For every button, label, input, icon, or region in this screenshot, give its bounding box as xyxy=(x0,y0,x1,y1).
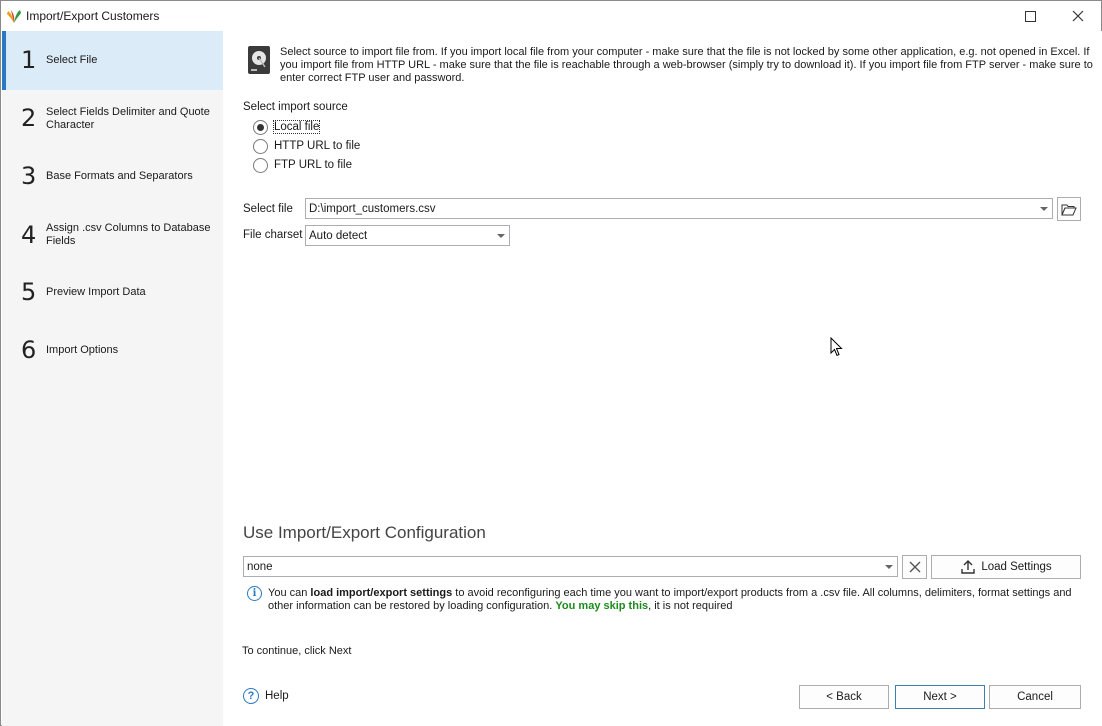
step-number: 5 xyxy=(21,278,37,306)
folder-open-icon xyxy=(1061,204,1077,215)
step-import-options[interactable]: 6 Import Options xyxy=(2,322,223,380)
step-number: 4 xyxy=(21,221,37,249)
radio-button[interactable] xyxy=(253,119,268,135)
close-icon xyxy=(909,561,920,573)
hard-drive-icon xyxy=(248,46,270,74)
step-label: Import Options xyxy=(46,344,119,356)
upload-icon xyxy=(961,560,976,574)
help-label: Help xyxy=(265,690,289,702)
cancel-button[interactable]: Cancel xyxy=(989,685,1081,709)
radio-button[interactable] xyxy=(253,138,268,154)
import-source-label: Select import source xyxy=(243,101,348,113)
step-preview-data[interactable]: 5 Preview Import Data xyxy=(2,264,223,322)
file-charset-value: Auto detect xyxy=(309,229,368,242)
select-file-combo[interactable]: D:\import_customers.csv xyxy=(305,198,1053,219)
main-content: Select source to import file from. If yo… xyxy=(223,31,1102,726)
chevron-down-icon[interactable] xyxy=(1040,207,1048,211)
maximize-icon xyxy=(1024,10,1036,22)
chevron-down-icon[interactable] xyxy=(885,565,893,569)
config-info-part1: You can xyxy=(268,587,311,599)
continue-hint: To continue, click Next xyxy=(242,645,352,657)
config-combo[interactable]: none xyxy=(243,556,898,577)
next-button[interactable]: Next > xyxy=(895,685,985,709)
step-select-delimiter[interactable]: 2 Select Fields Delimiter and Quote Char… xyxy=(2,90,223,148)
window-title: Import/Export Customers xyxy=(26,9,160,23)
config-section-title: Use Import/Export Configuration xyxy=(243,523,486,542)
load-settings-button[interactable]: Load Settings xyxy=(931,555,1081,579)
back-label: < Back xyxy=(826,691,862,703)
file-charset-combo[interactable]: Auto detect xyxy=(305,225,510,246)
config-info-part3: , it is not required xyxy=(648,600,733,612)
help-link[interactable]: ? Help xyxy=(243,688,289,704)
step-label: Assign .csv Columns to Database Fields xyxy=(46,222,211,247)
step-number: 6 xyxy=(21,336,37,364)
title-bar: Import/Export Customers xyxy=(1,1,1101,31)
file-charset-label: File charset xyxy=(243,229,303,241)
cancel-label: Cancel xyxy=(1017,691,1053,703)
step-label: Preview Import Data xyxy=(46,286,146,298)
close-icon xyxy=(1072,10,1084,22)
radio-label: FTP URL to file xyxy=(274,159,352,171)
select-file-label: Select file xyxy=(243,203,293,215)
close-button[interactable] xyxy=(1055,1,1101,31)
radio-http-url[interactable]: HTTP URL to file xyxy=(253,138,360,154)
step-number: 2 xyxy=(21,104,37,132)
wizard-steps-sidebar: 1 Select File 2 Select Fields Delimiter … xyxy=(2,31,223,726)
help-icon: ? xyxy=(243,688,259,704)
step-base-formats[interactable]: 3 Base Formats and Separators xyxy=(2,148,223,206)
radio-label: Local file xyxy=(272,120,321,134)
step-label: Select Fields Delimiter and Quote Charac… xyxy=(46,106,210,131)
radio-label: HTTP URL to file xyxy=(274,140,361,152)
source-info-text: Select source to import file from. If yo… xyxy=(280,46,1093,84)
step-number: 3 xyxy=(21,162,37,190)
step-select-file[interactable]: 1 Select File xyxy=(2,31,223,90)
radio-local-file[interactable]: Local file xyxy=(253,119,321,135)
config-info-bold: load import/export settings xyxy=(310,587,453,599)
step-number: 1 xyxy=(21,46,37,74)
load-settings-label: Load Settings xyxy=(981,561,1052,573)
skip-hint: You may skip this xyxy=(555,600,649,612)
config-info-text: You can load import/export settings to a… xyxy=(268,587,1088,613)
step-label: Select File xyxy=(46,54,98,66)
maximize-button[interactable] xyxy=(1007,1,1053,31)
step-label: Base Formats and Separators xyxy=(46,170,193,182)
browse-file-button[interactable] xyxy=(1057,197,1081,221)
import-export-window: Import/Export Customers 1 Select File 2 … xyxy=(0,0,1102,726)
radio-ftp-url[interactable]: FTP URL to file xyxy=(253,157,352,173)
mouse-cursor-icon xyxy=(830,337,843,357)
next-label: Next > xyxy=(923,691,957,703)
config-value: none xyxy=(247,560,273,573)
select-file-value: D:\import_customers.csv xyxy=(309,202,436,215)
app-logo-icon xyxy=(7,10,21,23)
chevron-down-icon[interactable] xyxy=(497,234,505,238)
back-button[interactable]: < Back xyxy=(799,685,889,709)
step-assign-columns[interactable]: 4 Assign .csv Columns to Database Fields xyxy=(2,206,223,264)
clear-config-button[interactable] xyxy=(902,555,927,579)
radio-button[interactable] xyxy=(253,157,268,173)
info-icon: i xyxy=(247,586,262,601)
